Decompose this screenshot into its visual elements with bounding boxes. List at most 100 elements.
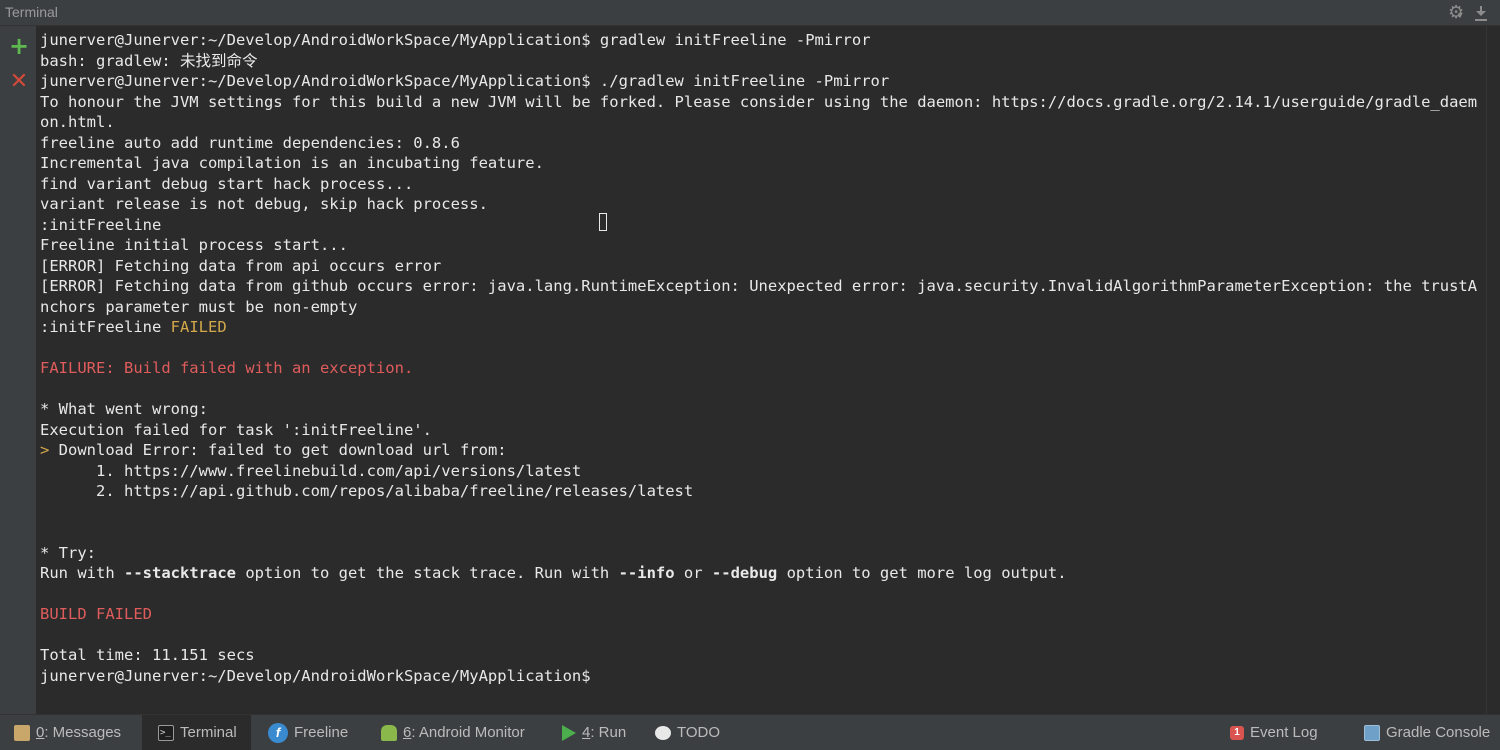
tab-todo-label: TODO xyxy=(677,724,721,741)
line-text: 2. https://api.github.com/repos/alibaba/… xyxy=(40,482,694,500)
gear-icon[interactable]: ⚙▼ xyxy=(1448,3,1464,23)
terminal-line: > Download Error: failed to get download… xyxy=(40,440,1477,461)
line-text: To honour the JVM settings for this buil… xyxy=(40,92,1478,111)
line-text: freeline auto add runtime dependencies: … xyxy=(40,133,460,152)
text-cursor xyxy=(599,213,607,231)
terminal-scrollbar[interactable] xyxy=(1486,26,1500,714)
close-icon[interactable]: ✕ xyxy=(9,71,29,93)
gradle-console-icon xyxy=(1364,724,1380,741)
terminal-line: junerver@Junerver:~/Develop/AndroidWorkS… xyxy=(40,30,1477,51)
line-text: :initFreeline xyxy=(40,215,162,234)
tab-run-label: 4: Run xyxy=(582,724,627,741)
line-text: Total time: 11.151 secs xyxy=(40,646,255,664)
terminal-line: find variant debug start hack process... xyxy=(40,174,1477,195)
tab-event-log[interactable]: 1 Event Log xyxy=(1230,715,1318,750)
line-text: find variant debug start hack process... xyxy=(40,174,414,193)
terminal-line: [ERROR] Fetching data from github occurs… xyxy=(40,276,1477,297)
error-text: BUILD FAILED xyxy=(40,605,152,623)
line-text: Incremental java compilation is an incub… xyxy=(40,154,544,172)
plus-icon[interactable]: + xyxy=(9,34,29,58)
cli-flag: --stacktrace xyxy=(124,564,236,582)
line-text: junerver@Junerver:~/Develop/AndroidWorkS… xyxy=(40,72,890,90)
android-icon xyxy=(381,724,397,741)
tab-run[interactable]: 4: Run xyxy=(562,715,626,750)
tool-window-bar: 0: Messages >_ Terminal f Freeline 6: An… xyxy=(0,714,1500,750)
freeline-icon: f xyxy=(268,722,288,743)
tab-gradle-console-label: Gradle Console xyxy=(1386,724,1491,741)
terminal-line: 2. https://api.github.com/repos/alibaba/… xyxy=(40,481,1477,502)
line-text: Freeline initial process start... xyxy=(40,236,348,254)
tab-messages-label: 0: Messages xyxy=(36,724,122,741)
terminal-line: freeline auto add runtime dependencies: … xyxy=(40,133,1477,154)
terminal-line: Total time: 11.151 secs xyxy=(40,645,1477,666)
todo-icon xyxy=(655,725,671,740)
tab-freeline[interactable]: f Freeline xyxy=(268,715,348,750)
tab-todo[interactable]: TODO xyxy=(655,715,720,750)
terminal-lines: junerver@Junerver:~/Develop/AndroidWorkS… xyxy=(40,30,1477,686)
line-text: on.html. xyxy=(40,113,115,131)
terminal-line: nchors parameter must be non-empty xyxy=(40,297,1477,318)
line-segment: option to get more log output. xyxy=(777,564,1067,582)
terminal-line: BUILD FAILED xyxy=(40,604,1477,625)
terminal-icon: >_ xyxy=(158,724,174,741)
line-text: Execution failed for task ':initFreeline… xyxy=(40,420,432,439)
line-segment: or xyxy=(674,564,712,582)
event-log-icon: 1 xyxy=(1230,725,1244,740)
line-text: junerver@Junerver:~/Develop/AndroidWorkS… xyxy=(40,666,591,685)
error-text: FAILURE: Build failed with an exception. xyxy=(40,359,414,377)
tab-terminal-label: Terminal xyxy=(180,724,237,741)
tab-terminal[interactable]: >_ Terminal xyxy=(142,715,251,750)
terminal-line: Freeline initial process start... xyxy=(40,235,1477,256)
run-icon xyxy=(562,724,576,741)
line-text: 1. https://www.freelinebuild.com/api/ver… xyxy=(40,461,582,480)
line-text: [ERROR] Fetching data from github occurs… xyxy=(40,277,1478,295)
line-text: variant release is not debug, skip hack … xyxy=(40,195,488,213)
download-icon[interactable] xyxy=(1474,5,1488,21)
terminal-line: :initFreeline FAILED xyxy=(40,317,1477,338)
line-segment: Run with xyxy=(40,564,124,582)
terminal-line: variant release is not debug, skip hack … xyxy=(40,194,1477,215)
task-status: FAILED xyxy=(170,318,227,336)
line-segment: Download Error: failed to get download u… xyxy=(49,441,507,459)
terminal-gutter: + ✕ xyxy=(0,26,36,714)
task-name: :initFreeline xyxy=(40,318,171,336)
line-text: [ERROR] Fetching data from api occurs er… xyxy=(40,256,442,275)
tab-freeline-label: Freeline xyxy=(294,724,349,741)
cli-flag: --info xyxy=(618,564,675,582)
terminal-line: 1. https://www.freelinebuild.com/api/ver… xyxy=(40,461,1477,482)
tool-window-title: Terminal xyxy=(5,4,58,20)
terminal-line: Incremental java compilation is an incub… xyxy=(40,153,1477,174)
tab-messages[interactable]: 0: Messages xyxy=(14,715,121,750)
terminal-line: junerver@Junerver:~/Develop/AndroidWorkS… xyxy=(40,666,1477,687)
line-text: nchors parameter must be non-empty xyxy=(40,297,358,316)
tool-window-header: Terminal ⚙▼ xyxy=(0,0,1500,26)
terminal-line: :initFreeline xyxy=(40,215,1477,236)
line-text: * What went wrong: xyxy=(40,400,208,418)
terminal-line: * Try: xyxy=(40,543,1477,564)
messages-icon xyxy=(14,724,30,741)
terminal-line: junerver@Junerver:~/Develop/AndroidWorkS… xyxy=(40,71,1477,92)
tab-event-log-label: Event Log xyxy=(1250,724,1318,741)
line-text: junerver@Junerver:~/Develop/AndroidWorkS… xyxy=(40,31,871,49)
line-text: bash: gradlew: 未找到命令 xyxy=(40,51,258,70)
terminal-line: FAILURE: Build failed with an exception. xyxy=(40,358,1477,379)
terminal-output[interactable]: junerver@Junerver:~/Develop/AndroidWorkS… xyxy=(36,26,1486,714)
terminal-line: bash: gradlew: 未找到命令 xyxy=(40,51,1477,72)
tab-android-monitor[interactable]: 6: Android Monitor xyxy=(381,715,525,750)
line-segment: option to get the stack trace. Run with xyxy=(235,564,619,582)
terminal-line: Run with --stacktrace option to get the … xyxy=(40,563,1477,584)
terminal-line: on.html. xyxy=(40,112,1477,133)
line-text: * Try: xyxy=(40,543,96,562)
tab-android-monitor-label: 6: Android Monitor xyxy=(403,724,525,741)
terminal-line: To honour the JVM settings for this buil… xyxy=(40,92,1477,113)
terminal-line: Execution failed for task ':initFreeline… xyxy=(40,420,1477,441)
cli-flag: --debug xyxy=(711,564,778,582)
tab-gradle-console[interactable]: Gradle Console xyxy=(1364,715,1490,750)
arrow-marker: > xyxy=(40,441,50,459)
